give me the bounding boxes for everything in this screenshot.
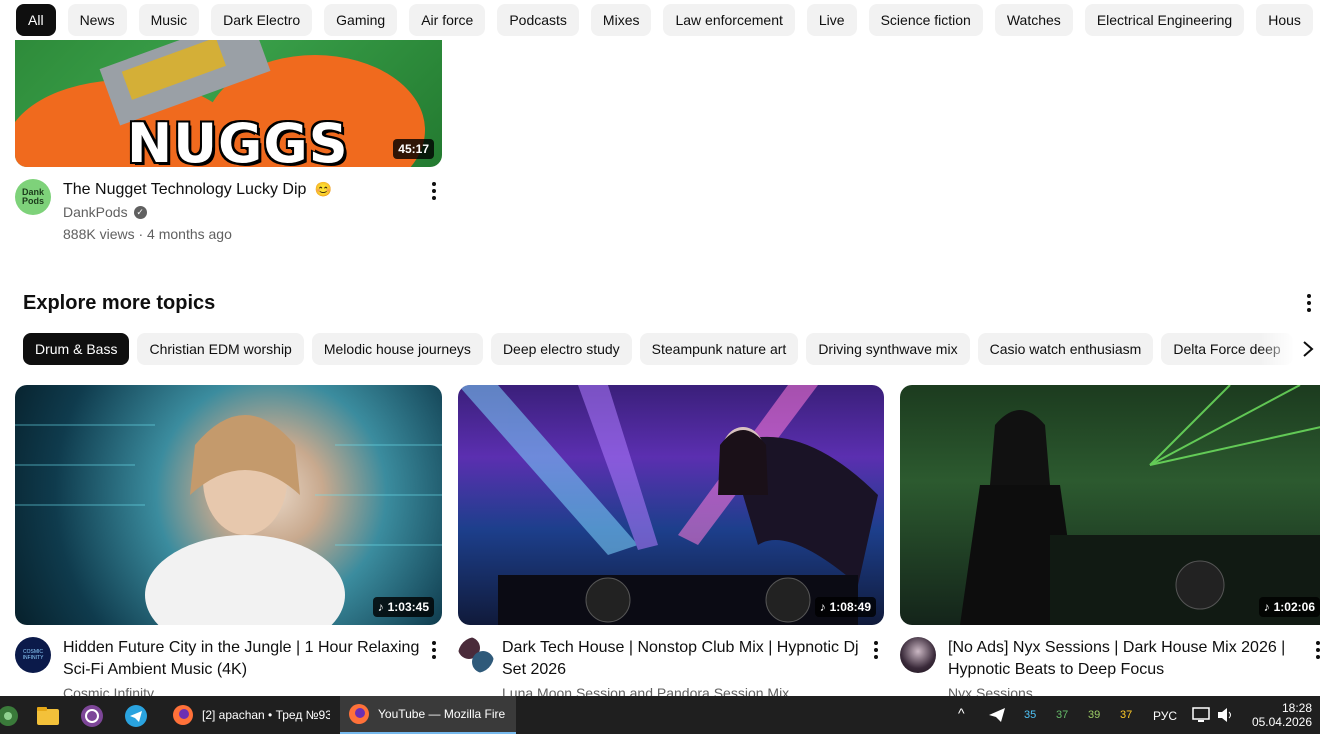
more-options-icon[interactable] xyxy=(864,638,888,662)
video-thumbnail-1[interactable]: ♪ 1:03:45 xyxy=(15,385,442,625)
video-title-line: Dark Tech House | Nonstop Club Mix | Hyp… xyxy=(502,639,859,656)
topic-casio[interactable]: Casio watch enthusiasm xyxy=(977,333,1154,365)
more-options-icon[interactable] xyxy=(422,638,446,662)
language-indicator[interactable]: РУС xyxy=(1153,709,1177,723)
telegram-tray-icon[interactable] xyxy=(988,707,1006,723)
avatar-part xyxy=(472,651,494,673)
duration-badge: ♪ 1:03:45 xyxy=(372,597,434,617)
category-chip-bar: All News Music Dark Electro Gaming Air f… xyxy=(0,0,1320,40)
topic-drum-and-bass[interactable]: Drum & Bass xyxy=(23,333,130,365)
chevron-right-icon xyxy=(1303,341,1314,357)
chip-law-enforcement[interactable]: Law enforcement xyxy=(663,4,795,36)
topic-deep-electro[interactable]: Deep electro study xyxy=(490,333,632,365)
music-note-icon: ♪ xyxy=(1263,600,1270,614)
chip-music[interactable]: Music xyxy=(138,4,200,36)
task-title: YouTube — Mozilla Fire xyxy=(378,707,506,721)
video-thumbnail-3[interactable]: ♪ 1:02:06 xyxy=(900,385,1320,625)
thumbnail-art xyxy=(960,385,1320,625)
chip-live[interactable]: Live xyxy=(806,4,857,36)
chip-podcasts[interactable]: Podcasts xyxy=(497,4,579,36)
topic-christian-edm[interactable]: Christian EDM worship xyxy=(137,333,304,365)
telegram-icon[interactable] xyxy=(124,704,148,728)
emoji-icon: 😊 xyxy=(314,181,333,197)
volume-icon[interactable] xyxy=(1216,707,1234,723)
video-thumbnail-2[interactable]: ♪ 1:08:49 xyxy=(458,385,884,625)
channel-avatar-dankpods[interactable]: Dank Pods xyxy=(15,179,51,215)
duration-text: 1:08:49 xyxy=(829,600,871,614)
tray-temp-1: 35 xyxy=(1024,709,1037,721)
chip-electrical-engineering[interactable]: Electrical Engineering xyxy=(1084,4,1245,36)
windows-taskbar: [2] apachan • Тред №93 YouTube — Mozilla… xyxy=(0,696,1320,734)
network-icon[interactable] xyxy=(1192,707,1210,723)
section-more-icon[interactable] xyxy=(1297,291,1320,315)
video-title-line: Set 2026 xyxy=(502,661,567,678)
thumbnail-art xyxy=(15,415,442,625)
tray-temp-4: 37 xyxy=(1120,709,1133,721)
channel-name-text: DankPods xyxy=(63,204,128,220)
chip-science-fiction[interactable]: Science fiction xyxy=(868,4,983,36)
channel-avatar-cosmic-infinity[interactable]: COSMIC INFINITY xyxy=(15,637,51,673)
clock-time: 18:28 xyxy=(1281,701,1312,715)
video-title[interactable]: Dark Tech House | Nonstop Club Mix | Hyp… xyxy=(502,637,862,681)
more-options-icon[interactable] xyxy=(422,179,446,203)
chip-all[interactable]: All xyxy=(16,4,56,36)
topic-steampunk[interactable]: Steampunk nature art xyxy=(639,333,799,365)
taskbar-firefox-youtube[interactable]: YouTube — Mozilla Fire xyxy=(340,696,516,734)
tray-temp-3: 39 xyxy=(1088,709,1101,721)
channel-name[interactable]: DankPods ✓ xyxy=(63,202,147,222)
chevron-up-icon[interactable]: ^ xyxy=(958,705,965,721)
video-title[interactable]: [No Ads] Nyx Sessions | Dark House Mix 2… xyxy=(948,637,1298,681)
avatar-text: COSMIC INFINITY xyxy=(22,649,44,661)
music-note-icon: ♪ xyxy=(819,600,826,614)
chip-mixes[interactable]: Mixes xyxy=(590,4,652,36)
topic-scroll-right-button[interactable] xyxy=(1260,333,1320,365)
topic-chip-bar: Drum & Bass Christian EDM worship Melodi… xyxy=(23,333,1320,365)
thumbnail-text: NUGGS xyxy=(127,112,349,167)
verified-icon: ✓ xyxy=(133,205,147,219)
music-note-icon: ♪ xyxy=(377,600,384,614)
video-meta: 888K views · 4 months ago xyxy=(63,226,232,242)
video-title-line: Hypnotic Beats to Deep Focus xyxy=(948,661,1165,678)
duration-badge: ♪ 1:02:06 xyxy=(1258,597,1320,617)
taskbar-firefox-apachan[interactable]: [2] apachan • Тред №93 xyxy=(164,696,332,734)
duration-text: 45:17 xyxy=(398,142,429,156)
video-thumbnail-nuggets[interactable]: NUGGS 45:17 xyxy=(15,40,442,167)
firefox-icon xyxy=(173,705,193,725)
section-title: Explore more topics xyxy=(23,292,216,314)
topic-melodic-house[interactable]: Melodic house journeys xyxy=(311,333,483,365)
video-title[interactable]: Hidden Future City in the Jungle | 1 Hou… xyxy=(63,637,423,681)
duration-badge: ♪ 1:08:49 xyxy=(814,597,876,617)
video-title[interactable]: The Nugget Technology Lucky Dip 😊 xyxy=(63,178,403,201)
duration-text: 1:03:45 xyxy=(387,600,429,614)
chip-house[interactable]: Hous xyxy=(1256,4,1313,36)
chip-air-force[interactable]: Air force xyxy=(409,4,486,36)
file-explorer-icon[interactable] xyxy=(36,704,60,728)
video-title-line: Hidden Future City in the Jungle | 1 Hou… xyxy=(63,639,420,656)
clock-date: 05.04.2026 xyxy=(1251,715,1312,729)
duration-badge: 45:17 xyxy=(393,139,434,159)
avatar-text: Dank Pods xyxy=(21,187,44,206)
topic-synthwave[interactable]: Driving synthwave mix xyxy=(806,333,970,365)
firefox-icon xyxy=(349,704,369,724)
video-title-line: [No Ads] Nyx Sessions | Dark House Mix 2… xyxy=(948,639,1286,656)
video-title-text: The Nugget Technology Lucky Dip xyxy=(63,181,307,198)
channel-avatar-luna-moon[interactable] xyxy=(458,637,494,673)
tor-browser-icon[interactable] xyxy=(80,704,104,728)
chip-watches[interactable]: Watches xyxy=(994,4,1073,36)
start-icon[interactable] xyxy=(0,704,20,728)
chip-dark-electro[interactable]: Dark Electro xyxy=(211,4,313,36)
system-clock[interactable]: 18:28 05.04.2026 xyxy=(1252,701,1312,729)
channel-avatar-nyx-sessions[interactable] xyxy=(900,637,936,673)
task-title: [2] apachan • Тред №93 xyxy=(202,708,330,722)
chip-news[interactable]: News xyxy=(67,4,127,36)
chip-gaming[interactable]: Gaming xyxy=(324,4,398,36)
thumbnail-art xyxy=(458,385,878,625)
video-title-line: Sci-Fi Ambient Music (4K) xyxy=(63,661,248,678)
more-options-icon[interactable] xyxy=(1306,638,1320,662)
duration-text: 1:02:06 xyxy=(1273,600,1315,614)
tray-temp-2: 37 xyxy=(1056,709,1069,721)
